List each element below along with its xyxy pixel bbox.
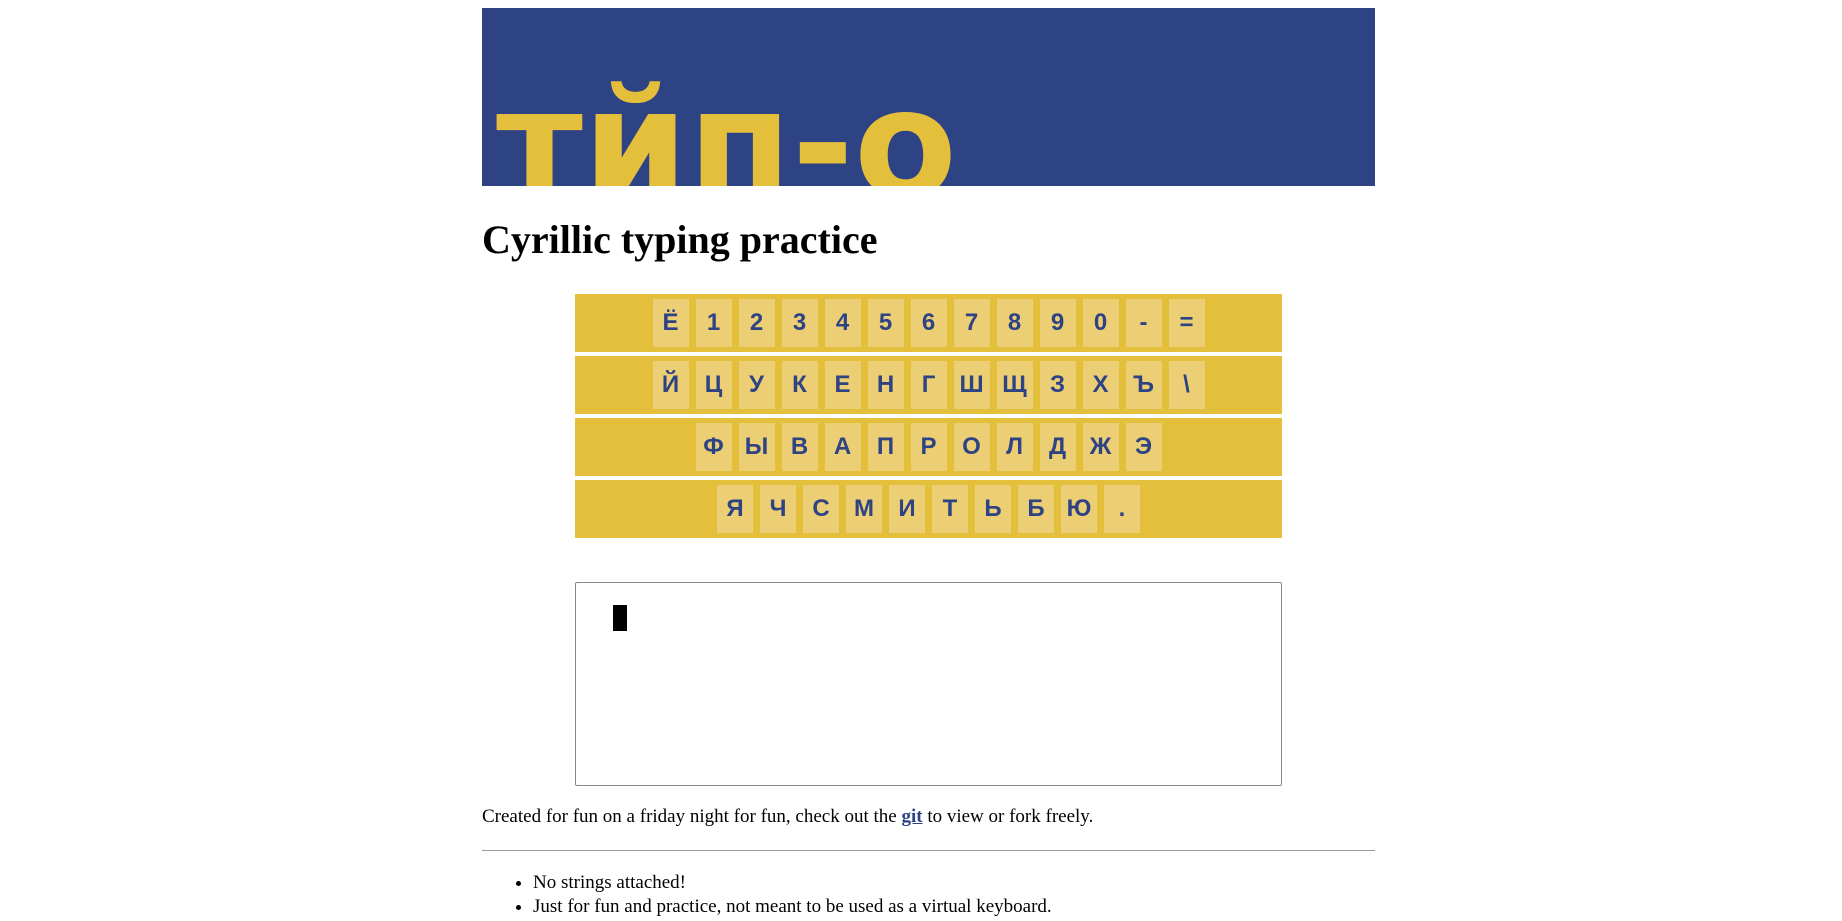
key: 0: [1082, 299, 1119, 347]
list-item: No strings attached!: [533, 871, 1375, 895]
key: Я: [717, 485, 753, 533]
keyboard-row-number: Ё 1 2 3 4 5 6 7 8 9 0- =: [575, 294, 1282, 352]
key: Х: [1082, 361, 1119, 409]
key: Э: [1125, 423, 1162, 471]
key: Щ: [996, 361, 1033, 409]
key: Е: [824, 361, 861, 409]
key: 8: [996, 299, 1033, 347]
typing-input[interactable]: [575, 582, 1282, 786]
key: У: [738, 361, 775, 409]
key: Л: [996, 423, 1033, 471]
key: Г: [910, 361, 947, 409]
key: С: [803, 485, 839, 533]
key: Й: [652, 361, 689, 409]
logo: тйп-о: [496, 58, 957, 186]
page-title: Cyrillic typing practice: [482, 217, 878, 262]
key: Ё: [652, 299, 689, 347]
key: О: [953, 423, 990, 471]
key: И: [889, 485, 925, 533]
key: =: [1168, 299, 1205, 347]
footer-text-after: to view or fork freely.: [922, 806, 1094, 827]
key: Ж: [1082, 423, 1119, 471]
key: А: [824, 423, 861, 471]
key: Ч: [760, 485, 796, 533]
divider: [482, 849, 1375, 851]
keyboard-row-top: Й Ц У К Е Н Г Ш Щ З Х Ъ \: [575, 356, 1282, 414]
key: Ю: [1061, 485, 1097, 533]
key: Р: [910, 423, 947, 471]
key: Н: [867, 361, 904, 409]
key: К: [781, 361, 818, 409]
list-item: Just for fun and practice, not meant to …: [533, 895, 1375, 919]
key: -: [1125, 299, 1162, 347]
footer-text-before: Created for fun on a friday night for fu…: [482, 806, 902, 827]
key: .: [1104, 485, 1140, 533]
key: 6: [910, 299, 947, 347]
key: 7: [953, 299, 990, 347]
key: Ф: [695, 423, 732, 471]
key: 9: [1039, 299, 1076, 347]
key: Ъ: [1125, 361, 1162, 409]
key: З: [1039, 361, 1076, 409]
text-cursor: [613, 605, 627, 631]
key: Ь: [975, 485, 1011, 533]
on-screen-keyboard: Ё 1 2 3 4 5 6 7 8 9 0- = Й Ц У К Е Н Г Ш Щ З Х Ъ \ ФЫВАПРОЛДЖЭ …: [575, 294, 1282, 538]
banner: тйп-о: [482, 8, 1375, 186]
key: П: [867, 423, 904, 471]
key: Ш: [953, 361, 990, 409]
key: Т: [932, 485, 968, 533]
key: М: [846, 485, 882, 533]
key: Д: [1039, 423, 1076, 471]
key: \: [1168, 361, 1205, 409]
notes-list: No strings attached! Just for fun and pr…: [482, 871, 1375, 919]
key: Б: [1018, 485, 1054, 533]
footer-text: Created for fun on a friday night for fu…: [482, 806, 1375, 829]
keyboard-row-bottom: ЯЧСМИТЬБЮ.: [575, 480, 1282, 538]
git-link[interactable]: git: [901, 806, 922, 827]
keyboard-row-home: ФЫВАПРОЛДЖЭ: [575, 418, 1282, 476]
page-container: тйп-о Cyrillic typing practice Ё12345678…: [482, 8, 1375, 919]
key: Ц: [695, 361, 732, 409]
key: 4: [824, 299, 861, 347]
key: 3: [781, 299, 818, 347]
key: Ы: [738, 423, 775, 471]
key: В: [781, 423, 818, 471]
key: 5: [867, 299, 904, 347]
key: 2: [738, 299, 775, 347]
key: 1: [695, 299, 732, 347]
